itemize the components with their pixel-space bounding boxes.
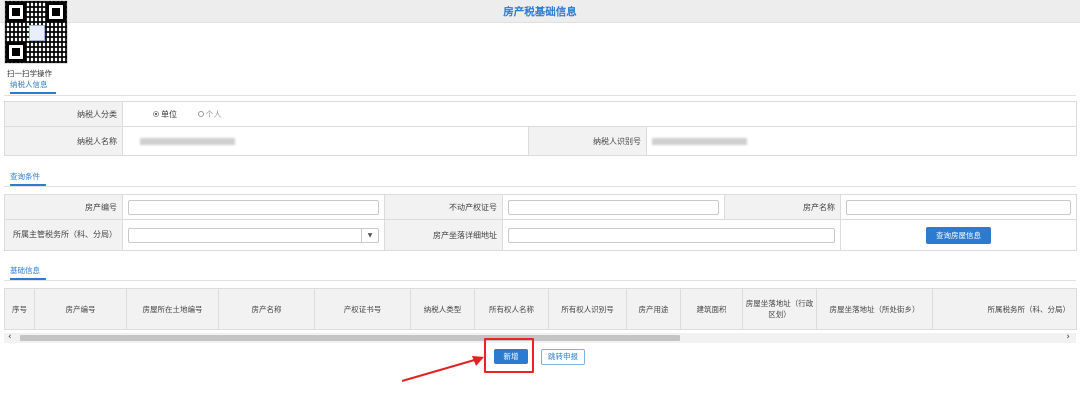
column-header: 房屋坐落地址（行政区划） <box>742 288 817 330</box>
tab-query-conditions[interactable]: 查询条件 <box>10 171 46 186</box>
annotation-arrow-icon <box>401 356 484 382</box>
tax-office-label: 所属主管税务所（科、分局） <box>4 219 123 251</box>
taxpayer-name-value <box>122 126 529 156</box>
taxpayer-category-label: 纳税人分类 <box>4 101 123 127</box>
taxpayer-id-label: 纳税人识别号 <box>528 126 647 156</box>
page-title: 房产税基础信息 <box>503 6 577 18</box>
taxpayer-category-options: 单位 个人 <box>121 101 1078 127</box>
tax-office-select[interactable]: ▼ <box>128 227 379 243</box>
column-header: 建筑面积 <box>680 288 743 330</box>
radio-checked-icon <box>153 111 159 117</box>
section-divider <box>4 95 1076 96</box>
column-header: 房产用途 <box>626 288 681 330</box>
property-no-input[interactable] <box>128 199 379 215</box>
tab-taxpayer-info[interactable]: 纳税人信息 <box>10 79 56 94</box>
column-header: 房产编号 <box>34 288 127 330</box>
radio-individual-label: 个人 <box>205 109 222 119</box>
radio-unchecked-icon <box>197 111 204 117</box>
column-header: 纳税人类型 <box>410 288 475 330</box>
column-header: 房产名称 <box>218 288 315 330</box>
tab-taxpayer-info-label: 纳税人信息 <box>10 80 48 89</box>
tab-basic-info-label: 基础信息 <box>10 266 40 275</box>
column-header: 房屋坐落地址（所处街乡） <box>816 288 933 330</box>
column-header: 序号 <box>4 288 35 330</box>
radio-unit[interactable]: 单位 <box>153 109 177 120</box>
title-bar: 房产税基础信息 <box>0 0 1080 23</box>
cert-no-input[interactable] <box>508 199 719 215</box>
address-label: 房产坐落详细地址 <box>384 219 503 251</box>
horizontal-scrollbar[interactable]: ‹ › <box>4 332 1076 343</box>
chevron-down-icon: ▼ <box>361 228 378 242</box>
qr-logo-icon <box>29 25 45 41</box>
column-header: 房屋所在土地编号 <box>126 288 219 330</box>
annotation-highlight-box <box>484 338 534 373</box>
radio-unit-label: 单位 <box>161 109 177 119</box>
qr-code <box>4 0 68 64</box>
tab-query-conditions-label: 查询条件 <box>10 172 40 181</box>
query-house-button[interactable]: 查询房屋信息 <box>926 226 991 244</box>
scroll-right-icon[interactable]: › <box>1066 332 1070 342</box>
address-input[interactable] <box>508 227 835 243</box>
radio-individual[interactable]: 个人 <box>197 109 222 120</box>
basic-info-table: 序号 房产编号 房屋所在土地编号 房产名称 产权证书号 纳税人类型 所有权人名称… <box>4 288 1077 330</box>
cert-no-label: 不动产权证号 <box>384 194 503 220</box>
query-conditions-table: 房产编号 不动产权证号 房产名称 所属主管税务所（科、分局） ▼ 房产坐落详细地… <box>4 194 1077 251</box>
tab-basic-info[interactable]: 基础信息 <box>10 265 46 280</box>
taxpayer-info-table: 纳税人分类 单位 个人 纳税人名称 纳税人识别号 <box>4 101 1078 156</box>
column-header: 所有权人识别号 <box>548 288 627 330</box>
column-header: 产权证书号 <box>314 288 411 330</box>
taxpayer-id-value <box>645 126 1078 156</box>
qr-label: 扫一扫学操作 <box>7 69 52 78</box>
section-divider <box>4 186 1076 187</box>
property-no-label: 房产编号 <box>4 194 123 220</box>
taxpayer-name-label: 纳税人名称 <box>4 126 123 156</box>
scroll-thumb[interactable] <box>20 335 680 341</box>
section-divider <box>4 280 1076 281</box>
column-header: 所有权人名称 <box>474 288 549 330</box>
scroll-left-icon[interactable]: ‹ <box>8 332 12 342</box>
property-name-input[interactable] <box>846 199 1071 215</box>
property-name-label: 房产名称 <box>724 194 841 220</box>
jump-declare-button[interactable]: 跳转申报 <box>541 349 585 365</box>
column-header: 所属税务所（科、分局） <box>932 288 1077 330</box>
